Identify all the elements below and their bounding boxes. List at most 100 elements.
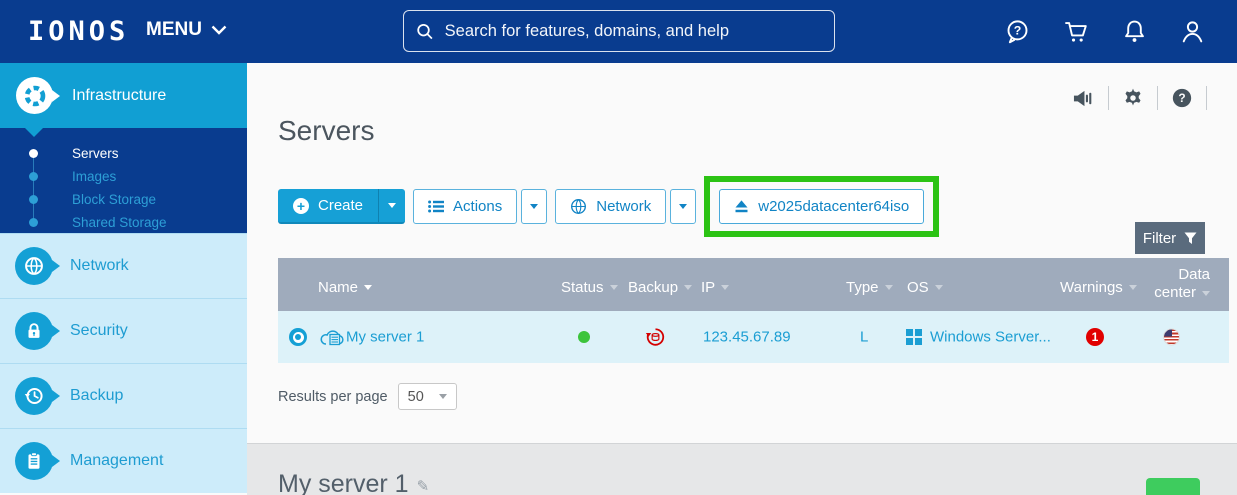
funnel-icon: [1184, 232, 1197, 245]
sidebar-item-network[interactable]: Network: [0, 233, 247, 298]
sidebar-item-infrastructure[interactable]: Infrastructure: [0, 63, 247, 128]
sidebar-item-management[interactable]: Management: [0, 428, 247, 493]
sidebar-item-label: Security: [70, 322, 128, 340]
sidebar-item-block-storage[interactable]: Block Storage: [0, 188, 247, 211]
server-detail-panel: My server 1 ✎: [247, 443, 1237, 495]
lock-icon: [15, 312, 53, 350]
filter-button[interactable]: Filter: [1135, 222, 1205, 254]
bell-icon[interactable]: [1121, 18, 1148, 45]
chevron-down-icon: [388, 203, 396, 208]
ionos-logo[interactable]: IONOS: [28, 16, 129, 47]
sidebar-item-backup[interactable]: Backup: [0, 363, 247, 428]
divider: [1157, 86, 1158, 110]
sort-icon: [610, 285, 618, 290]
infrastructure-icon: [16, 77, 53, 114]
column-header-datacenter[interactable]: Data center: [1136, 266, 1210, 302]
results-per-page-label: Results per page: [278, 389, 388, 405]
sidebar-item-security[interactable]: Security: [0, 298, 247, 363]
active-section-notch: [25, 128, 43, 137]
results-per-page-select[interactable]: 50: [398, 383, 457, 410]
chevron-down-icon: [679, 204, 687, 209]
menu-button[interactable]: MENU: [146, 19, 227, 41]
help-icon[interactable]: ?: [1171, 87, 1193, 109]
column-header-os[interactable]: OS: [907, 279, 943, 296]
highlight-box: w2025datacenter64iso: [704, 176, 939, 237]
network-dropdown-toggle[interactable]: [670, 189, 696, 224]
globe-icon: [570, 198, 587, 215]
cloud-server-icon: [319, 326, 346, 348]
eject-icon: [734, 199, 749, 214]
menu-label: MENU: [146, 19, 202, 41]
sort-icon: [721, 285, 729, 290]
column-header-name[interactable]: Name: [318, 279, 372, 296]
chevron-down-icon: [530, 204, 538, 209]
sidebar-item-label: Backup: [70, 387, 123, 405]
submenu-label: Block Storage: [72, 192, 156, 207]
column-header-status[interactable]: Status: [561, 279, 618, 296]
search-input[interactable]: [445, 22, 822, 41]
sidebar-item-label: Management: [70, 452, 163, 470]
divider: [1206, 86, 1207, 110]
sort-icon: [684, 285, 692, 290]
detail-green-button[interactable]: [1146, 478, 1200, 495]
page-title: Servers: [278, 115, 374, 147]
column-header-backup[interactable]: Backup: [628, 279, 692, 296]
actions-button[interactable]: Actions: [413, 189, 517, 224]
megaphone-icon[interactable]: [1072, 88, 1095, 109]
sort-icon: [1202, 291, 1210, 296]
row-radio-selected[interactable]: [289, 328, 307, 346]
table-row[interactable]: My server 1 123.45.67.89 L Windows Serve…: [278, 311, 1229, 363]
chevron-down-icon: [439, 394, 447, 399]
table-header: Name Status Backup IP Type OS Warnings D…: [278, 258, 1229, 311]
sidebar-item-images[interactable]: Images: [0, 165, 247, 188]
detail-title: My server 1: [278, 470, 409, 495]
toolbar: + Create Actions Network w2025datacenter…: [278, 176, 939, 237]
plus-icon: +: [293, 198, 309, 214]
divider: [1108, 86, 1109, 110]
pagination: Results per page 50: [278, 383, 457, 410]
submenu-label: Servers: [72, 146, 119, 161]
bullet-icon: [29, 172, 38, 181]
submenu-label: Shared Storage: [72, 215, 167, 230]
column-header-type[interactable]: Type: [846, 279, 893, 296]
gear-icon[interactable]: [1122, 87, 1144, 109]
backup-icon[interactable]: [645, 327, 666, 348]
create-dropdown-toggle[interactable]: [378, 189, 405, 222]
server-name-link[interactable]: My server 1: [346, 329, 424, 346]
clipboard-icon: [15, 442, 53, 480]
cart-icon[interactable]: [1062, 18, 1090, 45]
global-search[interactable]: [403, 10, 835, 52]
backup-clock-icon: [15, 377, 53, 415]
network-button[interactable]: Network: [555, 189, 666, 224]
network-label: Network: [596, 198, 651, 215]
bullet-icon: [29, 195, 38, 204]
filter-label: Filter: [1143, 230, 1176, 247]
infrastructure-submenu: Servers Images Block Storage Shared Stor…: [0, 128, 247, 233]
chevron-down-icon: [211, 25, 227, 35]
us-flag-icon: [1163, 329, 1180, 346]
create-label: Create: [318, 197, 363, 214]
iso-label: w2025datacenter64iso: [758, 198, 909, 215]
globe-icon: [15, 247, 53, 285]
actions-dropdown-toggle[interactable]: [521, 189, 547, 224]
server-os[interactable]: Windows Server...: [930, 329, 1051, 346]
iso-eject-button[interactable]: w2025datacenter64iso: [719, 189, 924, 224]
bullet-icon: [29, 149, 38, 158]
edit-pencil-icon[interactable]: ✎: [417, 477, 430, 495]
actions-label: Actions: [453, 198, 502, 215]
sidebar-item-servers[interactable]: Servers: [0, 142, 247, 165]
sidebar: Infrastructure Servers Images Block Stor…: [0, 63, 247, 495]
sidebar-item-shared-storage[interactable]: Shared Storage: [0, 211, 247, 234]
sort-icon: [935, 285, 943, 290]
help-bubble-icon[interactable]: ?: [1004, 18, 1031, 45]
results-per-page-value: 50: [408, 389, 424, 405]
create-button[interactable]: + Create: [278, 189, 405, 224]
column-header-ip[interactable]: IP: [701, 279, 729, 296]
warning-badge[interactable]: 1: [1086, 328, 1104, 346]
column-header-warnings[interactable]: Warnings: [1060, 279, 1137, 296]
user-icon[interactable]: [1179, 18, 1206, 45]
list-icon: [428, 200, 444, 213]
top-navbar: IONOS MENU ?: [0, 0, 1237, 63]
main-content: ? Servers + Create Actions Network: [247, 63, 1237, 443]
server-ip[interactable]: 123.45.67.89: [703, 329, 791, 346]
